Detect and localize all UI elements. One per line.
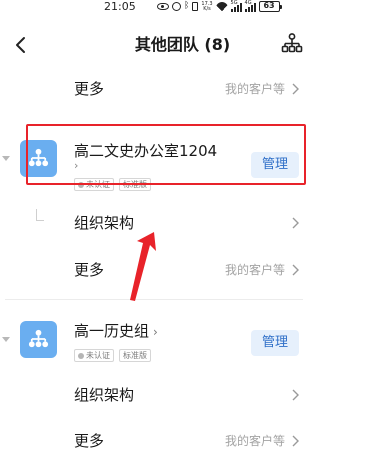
org-structure-label: 组织架构 (74, 214, 135, 232)
org-structure-icon[interactable] (280, 32, 304, 56)
more-sub: 我的客户等 (224, 434, 285, 448)
status-time: 21:05 (104, 0, 136, 13)
status-bar: 21:05 ᛒ 17.3 K/s 5G 4G 63 (0, 0, 365, 14)
divider (5, 299, 303, 300)
signal-2-tag: 4G (244, 0, 252, 6)
edition-badge-text: 标准版 (123, 351, 147, 360)
bluetooth-icon: ᛒ (184, 1, 190, 11)
status-badge: 未认证 (74, 349, 114, 362)
team-tags: 未认证 标准版 (74, 349, 151, 362)
more-sub: 我的客户等 (224, 82, 285, 96)
network-speed: 17.3 K/s (201, 1, 212, 12)
network-speed-unit: K/s (203, 5, 211, 12)
battery-level: 63 (258, 1, 280, 12)
wifi-icon (215, 2, 228, 11)
more-row-top[interactable]: 更多 我的客户等 (0, 75, 365, 103)
chevron-right-icon (292, 83, 299, 95)
chevron-right-icon (292, 389, 299, 401)
chevron-right-icon (292, 217, 299, 229)
highlight-box (26, 124, 306, 185)
more-label: 更多 (74, 261, 105, 279)
manage-button[interactable]: 管理 (251, 330, 299, 356)
org-structure-row[interactable]: 组织架构 (0, 209, 365, 237)
signal-icon-1: 5G (230, 0, 242, 12)
edition-badge: 标准版 (119, 349, 151, 362)
status-badge-text: 未认证 (86, 351, 110, 360)
chevron-right-icon (292, 435, 299, 447)
more-row[interactable]: 更多 我的客户等 (0, 427, 365, 455)
nav-bar: 其他团队 (8) (0, 28, 365, 64)
page-title: 其他团队 (8) (134, 35, 231, 54)
team-name[interactable]: 高一历史组 › (74, 321, 158, 342)
more-sub: 我的客户等 (224, 263, 285, 277)
battery-tip (279, 4, 282, 9)
org-structure-row[interactable]: 组织架构 (0, 381, 365, 409)
vibrate-icon (192, 2, 199, 11)
alarm-icon (172, 2, 181, 11)
signal-1-tag: 5G (230, 0, 238, 6)
chevron-right-icon (292, 264, 299, 276)
status-dot-icon (78, 352, 84, 359)
team-chevron-icon: › (153, 325, 158, 339)
more-label: 更多 (74, 432, 105, 450)
signal-icon-2: 4G (244, 0, 256, 12)
team-name-text: 高一历史组 (74, 322, 150, 340)
status-icons: ᛒ 17.3 K/s 5G 4G 63 (157, 0, 282, 12)
more-label: 更多 (74, 80, 105, 98)
team-avatar (20, 321, 57, 358)
battery-icon: 63 (258, 1, 282, 12)
team-org-icon (28, 329, 49, 348)
collapse-triangle-icon[interactable] (1, 336, 11, 344)
eye-comfort-icon (157, 3, 169, 10)
more-row[interactable]: 更多 我的客户等 (0, 256, 365, 284)
collapse-triangle-icon[interactable] (1, 155, 11, 163)
org-structure-label: 组织架构 (74, 386, 135, 404)
